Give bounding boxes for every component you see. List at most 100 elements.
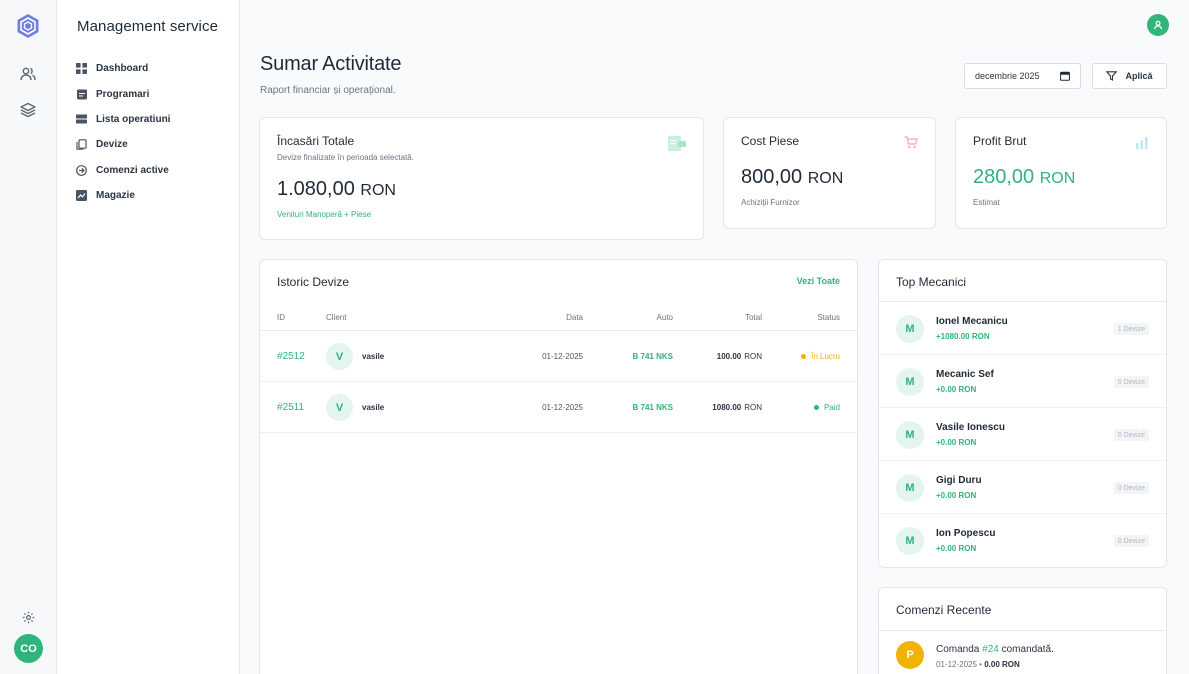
order-date: 01-12-2025 xyxy=(936,660,977,669)
stat-value: 1.080,00 RON xyxy=(277,178,396,201)
order-number[interactable]: #24 xyxy=(982,644,999,655)
sidebar-title: Management service xyxy=(77,18,219,35)
see-all-link[interactable]: Vezi Toate xyxy=(797,276,840,286)
status-badge: Paid xyxy=(813,382,840,433)
table-row[interactable]: #2511 V vasile 01-12-2025 B 741 NKS 1080… xyxy=(260,382,857,433)
mechanic-name: Gigi Duru xyxy=(936,475,982,486)
filter-icon xyxy=(1106,71,1118,81)
client-avatar: V xyxy=(326,331,353,382)
stat-unit: RON xyxy=(360,182,396,199)
wallet-icon xyxy=(668,136,686,156)
list-icon xyxy=(76,114,87,125)
chart-box-icon xyxy=(76,190,87,202)
quote-total: 1080.00 RON xyxy=(712,382,762,433)
stat-card-cost: Cost Piese 800,00 RON Achiziții Furnizor xyxy=(723,117,936,229)
quote-id-link[interactable]: #2511 xyxy=(277,382,304,433)
quotes-count-badge: 0 Devize xyxy=(1113,429,1149,441)
sidebar-item-dashboard[interactable]: Dashboard xyxy=(76,56,236,81)
quotes-count-badge: 0 Devize xyxy=(1113,376,1149,388)
apply-filter-button[interactable]: Aplică xyxy=(1092,63,1167,89)
section-title: Istoric Devize xyxy=(277,275,350,289)
column-header-date: Data xyxy=(566,313,583,322)
sidebar-item-devize[interactable]: Devize xyxy=(76,132,236,157)
stat-card-profit: Profit Brut 280,00 RON Estimat xyxy=(955,117,1167,229)
sidebar-item-label: Comenzi active xyxy=(96,164,169,176)
total-amount: 100.00 xyxy=(716,352,742,361)
sidebar-item-lista-operatiuni[interactable]: Lista operatiuni xyxy=(76,107,236,132)
mechanic-item[interactable]: M Mecanic Sef +0.00 RON 0 Devize xyxy=(879,355,1166,408)
user-profile-button[interactable] xyxy=(1147,14,1169,36)
mechanic-avatar: M xyxy=(896,315,924,343)
mechanic-earnings: +0.00 RON xyxy=(936,544,977,553)
client-avatar: V xyxy=(326,382,353,433)
main-content: Sumar Activitate Raport financiar și ope… xyxy=(240,0,1189,674)
mechanic-earnings: +0.00 RON xyxy=(936,438,977,447)
stat-footnote: Venituri Manoperă + Piese xyxy=(277,210,372,219)
stat-description: Devize finalizate în perioada selectată. xyxy=(277,153,414,162)
stat-amount: 800,00 xyxy=(741,166,803,188)
column-header-auto: Auto xyxy=(656,313,673,322)
column-header-id: ID xyxy=(277,313,285,322)
mechanic-item[interactable]: M Ionel Mecanicu +1080.00 RON 1 Devize xyxy=(879,302,1166,355)
client-initial: V xyxy=(326,394,353,421)
stat-unit: RON xyxy=(807,170,844,187)
order-prefix: Comanda xyxy=(936,644,980,655)
stat-footnote: Estimat xyxy=(973,198,1000,207)
quotes-count-badge: 1 Devize xyxy=(1113,323,1149,335)
client-name: vasile xyxy=(362,352,385,361)
mechanic-name: Ionel Mecanicu xyxy=(936,316,1008,327)
stat-title: Profit Brut xyxy=(973,134,1027,148)
sidebar: Management service Dashboard Programari … xyxy=(57,0,240,674)
section-title: Comenzi Recente xyxy=(896,603,992,617)
sidebar-nav: Dashboard Programari Lista operatiuni De… xyxy=(76,56,236,208)
apply-label: Aplică xyxy=(1125,71,1153,81)
arrow-circle-icon xyxy=(76,164,87,176)
settings-gear-icon[interactable] xyxy=(18,607,38,627)
sidebar-item-comenzi-active[interactable]: Comenzi active xyxy=(76,158,236,183)
calendar-icon xyxy=(76,89,87,100)
column-header-status: Status xyxy=(817,313,840,322)
order-title: Comanda #24 comandată. xyxy=(936,644,1054,655)
mechanic-name: Vasile Ionescu xyxy=(936,422,1005,433)
status-badge: În Lucru xyxy=(801,331,840,382)
month-picker-input[interactable]: decembrie 2025 xyxy=(964,63,1081,89)
user-avatar[interactable]: CO xyxy=(14,634,43,663)
table-row[interactable]: #2512 V vasile 01-12-2025 B 741 NKS 100.… xyxy=(260,331,857,382)
mechanic-avatar: M xyxy=(896,527,924,555)
calendar-icon xyxy=(1060,71,1070,81)
stat-unit: RON xyxy=(1039,170,1076,187)
users-icon[interactable] xyxy=(18,64,38,84)
layers-icon[interactable] xyxy=(18,100,38,120)
mechanic-item[interactable]: M Gigi Duru +0.00 RON 0 Devize xyxy=(879,461,1166,514)
month-picker-value: decembrie 2025 xyxy=(975,71,1040,81)
column-header-total: Total xyxy=(745,313,762,322)
mechanic-earnings: +1080.00 RON xyxy=(936,332,990,341)
quote-id-link[interactable]: #2512 xyxy=(277,331,305,382)
user-icon xyxy=(1153,20,1163,30)
quotes-count-badge: 0 Devize xyxy=(1113,482,1149,494)
total-amount: 1080.00 xyxy=(712,403,742,412)
section-title: Top Mecanici xyxy=(896,275,967,289)
stat-amount: 1.080,00 xyxy=(277,178,355,200)
order-meta: 01-12-2025 • 0.00 RON xyxy=(936,660,1020,669)
mechanic-earnings: +0.00 RON xyxy=(936,491,977,500)
recent-orders-card: Comenzi Recente P Comanda #24 comandată.… xyxy=(878,587,1167,674)
quote-date: 01-12-2025 xyxy=(542,352,583,361)
stat-value: 800,00 RON xyxy=(741,166,843,189)
sidebar-item-label: Programari xyxy=(96,88,150,100)
mechanic-item[interactable]: M Ion Popescu +0.00 RON 0 Devize xyxy=(879,514,1166,567)
bar-chart-icon xyxy=(1135,136,1149,154)
app-logo-icon[interactable] xyxy=(16,13,40,39)
mechanic-name: Ion Popescu xyxy=(936,528,996,539)
order-item[interactable]: P Comanda #24 comandată. 01-12-2025 • 0.… xyxy=(879,631,1166,674)
mechanic-item[interactable]: M Vasile Ionescu +0.00 RON 0 Devize xyxy=(879,408,1166,461)
sidebar-item-label: Dashboard xyxy=(96,63,149,75)
mechanic-earnings: +0.00 RON xyxy=(936,385,977,394)
vehicle-plate: B 741 NKS xyxy=(632,403,673,412)
cart-icon xyxy=(904,136,918,154)
sidebar-item-magazie[interactable]: Magazie xyxy=(76,183,236,208)
order-suffix: comandată. xyxy=(1001,644,1054,655)
sidebar-item-programari[interactable]: Programari xyxy=(76,81,236,106)
history-card: Istoric Devize Vezi Toate ID Client Data… xyxy=(259,259,858,674)
mechanic-avatar: M xyxy=(896,474,924,502)
